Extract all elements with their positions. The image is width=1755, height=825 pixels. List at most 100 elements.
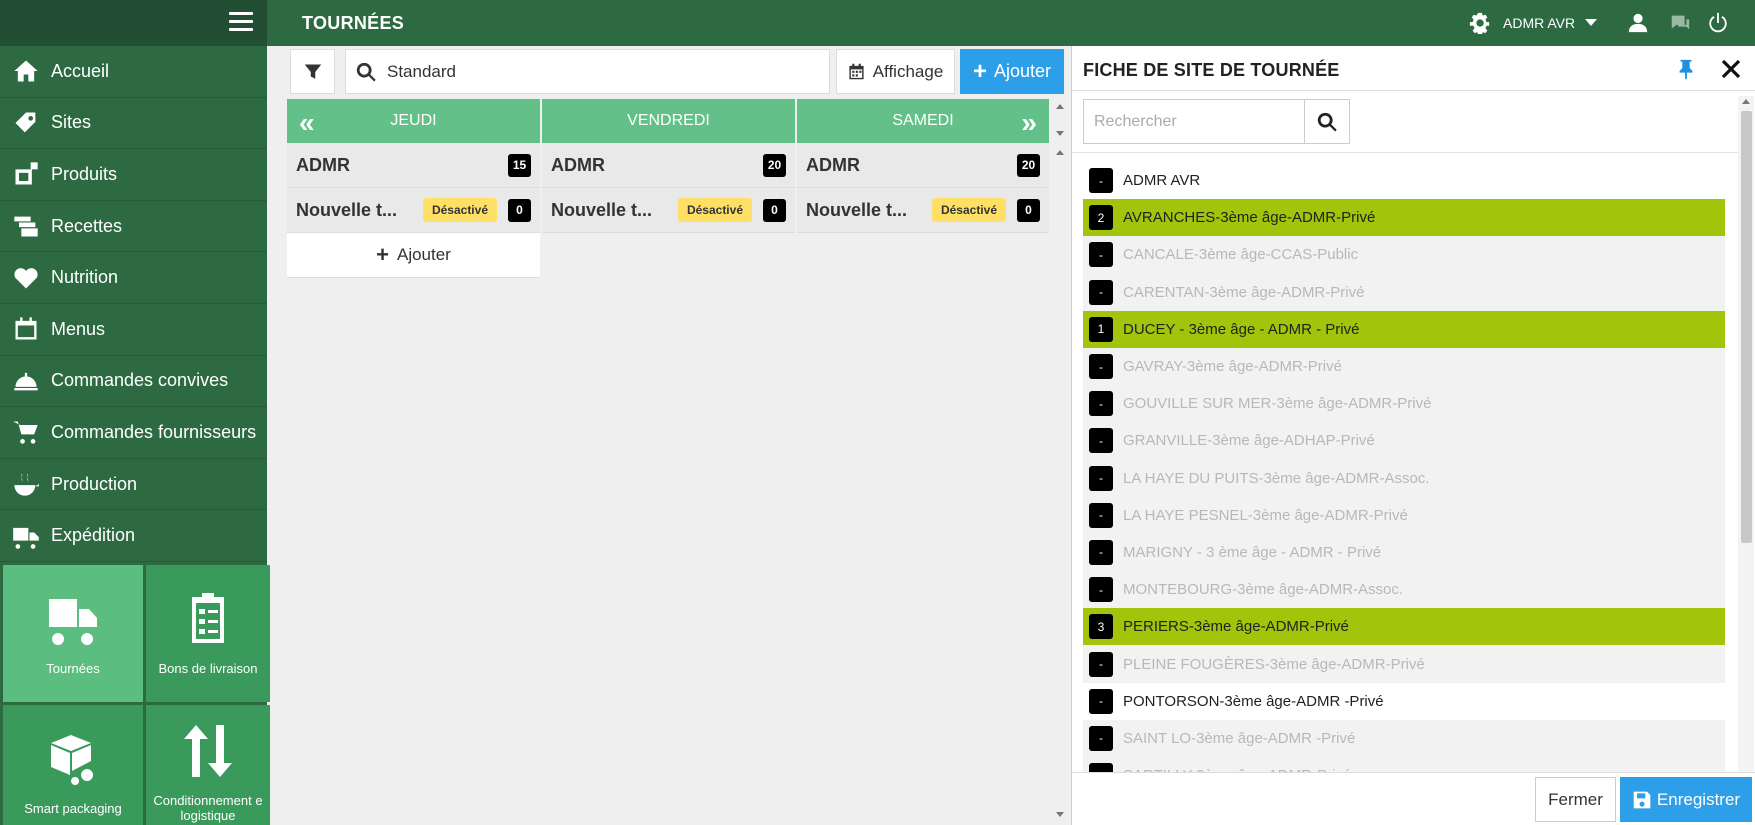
enregistrer-button[interactable]: Enregistrer [1620, 777, 1752, 822]
site-list-item[interactable]: - PLEINE FOUGÈRES-3ème âge-ADMR-Privé [1083, 645, 1725, 683]
tournee-row[interactable]: ADMR 15 [287, 143, 540, 188]
site-list-item[interactable]: 3 PERIERS-3ème âge-ADMR-Privé [1083, 608, 1725, 646]
sidebar-item-produits[interactable]: Produits [0, 149, 267, 201]
site-list-item[interactable]: - LA HAYE DU PUITS-3ème âge-ADMR-Assoc. [1083, 459, 1725, 497]
site-list-item[interactable]: 2 AVRANCHES-3ème âge-ADMR-Privé [1083, 199, 1725, 237]
search-input[interactable] [387, 61, 807, 82]
site-list-item[interactable]: - MARIGNY - 3 ème âge - ADMR - Privé [1083, 533, 1725, 572]
site-list-item[interactable]: - SAINT LO-3ème âge-ADMR -Privé [1083, 719, 1725, 757]
cart-icon [0, 418, 51, 446]
pin-icon[interactable] [1675, 57, 1697, 81]
sidebar-item-menus[interactable]: Menus [0, 304, 267, 356]
divider [1072, 152, 1739, 153]
site-name: AVRANCHES-3ème âge-ADMR-Privé [1123, 209, 1376, 227]
panel-search-field[interactable] [1083, 99, 1305, 144]
scroll-down-icon[interactable] [1056, 131, 1064, 136]
site-list-item[interactable]: 1 DUCEY - 3ème âge - ADMR - Privé [1083, 310, 1725, 348]
site-list-item[interactable]: - CARENTAN-3ème âge-ADMR-Privé [1083, 273, 1725, 311]
site-list-item[interactable]: - GAVRAY-3ème âge-ADMR-Privé [1083, 347, 1725, 386]
tournee-row[interactable]: Nouvelle t... Désactivé 0 [797, 188, 1049, 233]
sidebar-item-commandes-convives[interactable]: Commandes convives [0, 356, 267, 408]
sidebar-item-commandes-fournisseurs[interactable]: Commandes fournisseurs [0, 407, 267, 459]
ajouter-label: Ajouter [993, 61, 1052, 81]
day-name: SAMEDI [892, 112, 954, 129]
filter-button[interactable] [290, 49, 335, 94]
power-icon[interactable] [1707, 12, 1729, 34]
product-icon [0, 160, 51, 188]
chevron-down-icon[interactable] [1585, 19, 1597, 26]
day-header[interactable]: « JEUDI [287, 99, 540, 143]
panel-search-button[interactable] [1304, 99, 1350, 144]
add-tournee-button[interactable]: + Ajouter [960, 49, 1064, 94]
site-list-item[interactable]: - LA HAYE PESNEL-3ème âge-ADMR-Privé [1083, 496, 1725, 534]
search-icon [356, 62, 376, 81]
help-bubble-icon[interactable] [1669, 12, 1691, 34]
plus-icon: + [376, 242, 389, 267]
tile-label: Tournées [46, 660, 100, 676]
site-list-item[interactable]: - GRANVILLE-3ème âge-ADHAP-Privé [1083, 422, 1725, 460]
day-column-vendredi: VENDREDI ADMR 20 Nouvelle t... Désactivé… [542, 99, 795, 233]
day-header[interactable]: SAMEDI » [797, 99, 1049, 143]
next-days-icon[interactable]: » [1021, 109, 1036, 137]
scrollbar-thumb[interactable] [1741, 111, 1752, 543]
tournee-row[interactable]: Nouvelle t... Désactivé 0 [287, 188, 540, 233]
site-name: DUCEY - 3ème âge - ADMR - Privé [1123, 320, 1360, 338]
site-order-badge: - [1089, 502, 1113, 528]
page-title: TOURNÉES [302, 13, 405, 33]
sidebar-header [0, 0, 267, 46]
divider [1072, 90, 1755, 91]
site-list-item[interactable]: - GOUVILLE SUR MER-3ème âge-ADMR-Privé [1083, 385, 1725, 423]
panel-scrollbar[interactable] [1738, 96, 1754, 821]
scroll-up-icon[interactable] [1056, 104, 1064, 109]
tile-smart-packaging[interactable]: Smart packaging [3, 704, 143, 825]
day-header[interactable]: VENDREDI [542, 99, 795, 143]
count-badge: 0 [763, 198, 786, 222]
status-badge: Désactivé [677, 198, 752, 222]
close-icon[interactable] [1721, 59, 1741, 79]
enregistrer-label: Enregistrer [1656, 789, 1741, 809]
site-order-badge: - [1089, 391, 1113, 417]
tournee-row[interactable]: Nouvelle t... Désactivé 0 [542, 188, 795, 233]
fermer-button[interactable]: Fermer [1535, 777, 1616, 822]
home-icon [0, 57, 51, 85]
scroll-up-icon[interactable] [1056, 150, 1064, 155]
package-icon [51, 734, 94, 785]
sidebar-item-label: Accueil [51, 60, 110, 81]
tile-conditionnement-logistique[interactable]: Conditionnement e logistique [146, 704, 270, 825]
count-badge: 15 [508, 153, 531, 177]
site-list-item[interactable]: - ADMR AVR [1083, 162, 1725, 200]
sidebar-item-nutrition[interactable]: Nutrition [0, 252, 267, 304]
previous-days-icon[interactable]: « [299, 109, 314, 137]
site-list-item[interactable]: - PONTORSON-3ème âge-ADMR -Privé [1083, 682, 1725, 720]
user-menu[interactable]: ADMR AVR [1503, 15, 1575, 31]
site-list-item[interactable]: - CANCALE-3ème âge-CCAS-Public [1083, 236, 1725, 274]
sidebar-item-recettes[interactable]: Recettes [0, 201, 267, 253]
sidebar-item-expedition[interactable]: Expédition [0, 510, 267, 562]
tournee-row[interactable]: ADMR 20 [542, 143, 795, 188]
tile-bons-de-livraison[interactable]: Bons de livraison [146, 564, 270, 702]
site-order-badge: 1 [1089, 316, 1113, 342]
scroll-down-icon[interactable] [1056, 812, 1064, 817]
user-icon[interactable] [1627, 12, 1649, 34]
search-field[interactable] [345, 49, 830, 94]
filter-icon [304, 64, 321, 79]
sidebar-item-production[interactable]: Production [0, 459, 267, 511]
affichage-button[interactable]: Affichage [836, 49, 955, 94]
site-name: GOUVILLE SUR MER-3ème âge-ADMR-Privé [1123, 395, 1432, 413]
sidebar-item-sites[interactable]: Sites [0, 98, 267, 150]
up-down-arrows-icon [184, 725, 232, 778]
sidebar-item-label: Commandes fournisseurs [51, 421, 257, 442]
panel-footer: Fermer Enregistrer [1072, 772, 1755, 825]
site-list: - ADMR AVR 2 AVRANCHES-3ème âge-ADMR-Privé -… [1083, 162, 1725, 818]
sidebar-item-accueil[interactable]: Accueil [0, 46, 267, 98]
gear-icon[interactable] [1469, 12, 1491, 35]
site-list-item[interactable]: - MONTEBOURG-3ème âge-ADMR-Assoc. [1083, 571, 1725, 609]
panel-search-input[interactable] [1094, 112, 1294, 131]
tournee-label: ADMR [551, 154, 605, 175]
tile-tournees[interactable]: Tournées [3, 564, 143, 702]
site-order-badge: - [1089, 354, 1113, 380]
add-tournee-row-button[interactable]: + Ajouter [287, 233, 540, 278]
hamburger-menu-icon[interactable] [229, 12, 253, 32]
tournee-row[interactable]: ADMR 20 [797, 143, 1049, 188]
scroll-up-icon[interactable] [1742, 99, 1750, 104]
